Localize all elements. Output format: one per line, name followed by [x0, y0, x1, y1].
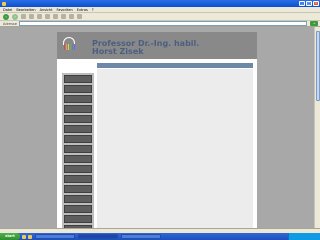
sidebar-nav	[62, 73, 94, 228]
logo-bar	[72, 44, 73, 50]
browser-toolbar: ‹ ›	[0, 13, 320, 21]
favorites-icon[interactable]	[53, 14, 58, 19]
university-logo	[62, 37, 76, 53]
quicklaunch-icon[interactable]	[28, 234, 32, 239]
sidebar-nav-item[interactable]	[64, 205, 92, 213]
logo-bar	[66, 44, 67, 50]
quicklaunch-icon[interactable]	[22, 234, 26, 239]
sidebar-nav-item[interactable]	[64, 195, 92, 203]
sidebar-nav-item[interactable]	[64, 165, 92, 173]
sidebar-nav-item[interactable]	[64, 215, 92, 223]
taskbar-item-browser[interactable]	[78, 234, 118, 239]
sidebar-nav-item[interactable]	[64, 105, 92, 113]
page-viewport: Professor Dr.-Ing. habil. Horst Zisek	[0, 27, 314, 228]
logo-bar	[68, 44, 69, 50]
stop-icon[interactable]	[21, 14, 26, 19]
back-button[interactable]: ‹	[3, 13, 9, 20]
system-tray	[288, 233, 320, 240]
history-icon[interactable]	[61, 14, 66, 19]
sidebar-nav-item[interactable]	[64, 185, 92, 193]
minimize-button[interactable]: _	[299, 1, 305, 6]
sidebar-nav-item[interactable]	[64, 95, 92, 103]
logo-bar	[74, 44, 75, 50]
home-icon[interactable]	[37, 14, 42, 19]
close-button[interactable]: ×	[313, 1, 319, 6]
sidebar-nav-item[interactable]	[64, 85, 92, 93]
sidebar-nav-item[interactable]	[64, 75, 92, 83]
page-header: Professor Dr.-Ing. habil. Horst Zisek	[57, 32, 257, 59]
scroll-thumb[interactable]	[316, 31, 320, 101]
window-titlebar: _ □ ×	[0, 0, 320, 7]
main-content	[97, 63, 253, 228]
sidebar-nav-item[interactable]	[64, 175, 92, 183]
menu-favorites[interactable]: Favoriten	[57, 8, 73, 12]
address-label: Adresse	[3, 21, 17, 26]
sidebar-nav-item[interactable]	[64, 155, 92, 163]
title-line-2: Horst Zisek	[92, 47, 144, 56]
forward-button[interactable]: ›	[12, 13, 18, 20]
vertical-scrollbar[interactable]	[314, 27, 320, 228]
menu-file[interactable]: Datei	[3, 8, 12, 12]
maximize-button[interactable]: □	[306, 1, 312, 6]
start-button[interactable]: start	[0, 233, 20, 240]
taskbar-item[interactable]	[35, 234, 75, 239]
sidebar-nav-item[interactable]	[64, 115, 92, 123]
taskbar: start	[0, 233, 320, 240]
content-box	[97, 69, 253, 228]
mail-icon[interactable]	[69, 14, 74, 19]
web-page: Professor Dr.-Ing. habil. Horst Zisek	[57, 32, 257, 228]
logo-bar	[70, 44, 71, 50]
search-icon[interactable]	[45, 14, 50, 19]
sidebar-nav-item[interactable]	[64, 145, 92, 153]
sidebar-nav-item[interactable]	[64, 125, 92, 133]
ie-icon	[2, 1, 6, 6]
print-icon[interactable]	[77, 14, 82, 19]
logo-bar	[64, 44, 65, 50]
sidebar-nav-item[interactable]	[64, 135, 92, 143]
page-title: Professor Dr.-Ing. habil. Horst Zisek	[92, 40, 199, 56]
menu-edit[interactable]: Bearbeiten	[16, 8, 35, 12]
refresh-icon[interactable]	[29, 14, 34, 19]
address-input[interactable]	[18, 21, 307, 26]
content-header	[97, 63, 253, 68]
menu-help[interactable]: ?	[92, 8, 94, 12]
go-button[interactable]: →	[310, 21, 318, 26]
menu-view[interactable]: Ansicht	[40, 8, 53, 12]
taskbar-item[interactable]	[121, 234, 161, 239]
menu-tools[interactable]: Extras	[77, 8, 88, 12]
